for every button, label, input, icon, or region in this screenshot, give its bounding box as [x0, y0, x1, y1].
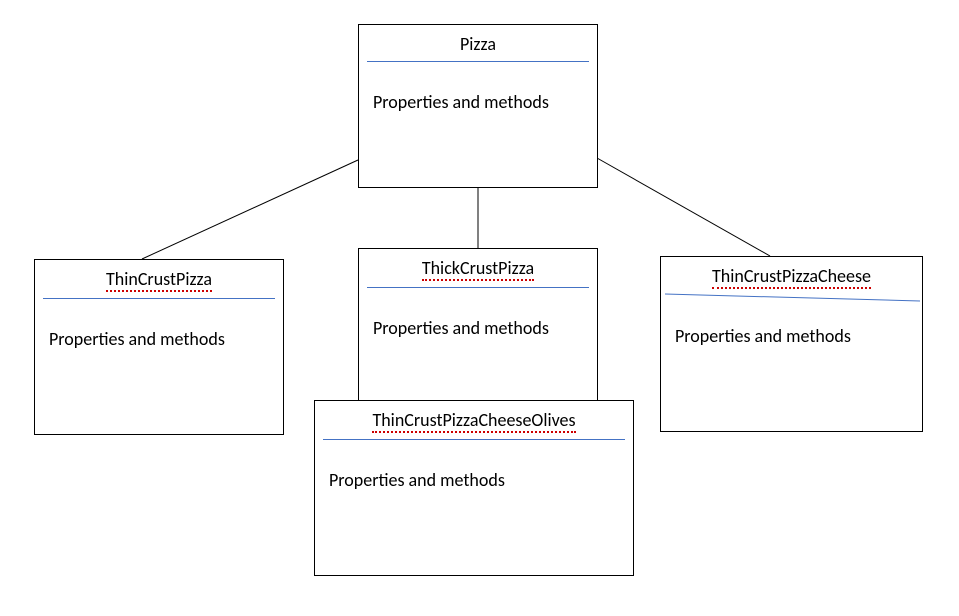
- class-title-thin-crust: ThinCrustPizza: [35, 260, 283, 298]
- class-body-text: Properties and methods: [35, 299, 283, 365]
- class-body-text: Properties and methods: [359, 288, 597, 354]
- class-title-text: ThinCrustPizzaCheeseOlives: [372, 409, 575, 433]
- class-box-thin-crust: ThinCrustPizza Properties and methods: [34, 259, 284, 435]
- class-title-text: ThinCrustPizzaCheese: [712, 265, 871, 289]
- class-body-text: Properties and methods: [661, 296, 922, 362]
- class-box-thin-crust-cheese-olives: ThinCrustPizzaCheeseOlives Properties an…: [314, 400, 634, 576]
- class-title-pizza: Pizza: [359, 25, 597, 61]
- class-title-text: ThinCrustPizza: [106, 268, 212, 292]
- class-title-text: Pizza: [460, 33, 496, 55]
- class-box-pizza: Pizza Properties and methods: [358, 24, 598, 188]
- class-box-thin-crust-cheese: ThinCrustPizzaCheese Properties and meth…: [660, 256, 923, 432]
- class-title-thin-crust-cheese: ThinCrustPizzaCheese: [661, 257, 922, 295]
- class-body-text: Properties and methods: [315, 440, 633, 506]
- class-body-text: Properties and methods: [359, 62, 597, 128]
- class-title-thick-crust: ThickCrustPizza: [359, 249, 597, 287]
- class-title-text: ThickCrustPizza: [422, 257, 534, 281]
- class-title-thin-crust-cheese-olives: ThinCrustPizzaCheeseOlives: [315, 401, 633, 439]
- class-box-thick-crust: ThickCrustPizza Properties and methods: [358, 248, 598, 424]
